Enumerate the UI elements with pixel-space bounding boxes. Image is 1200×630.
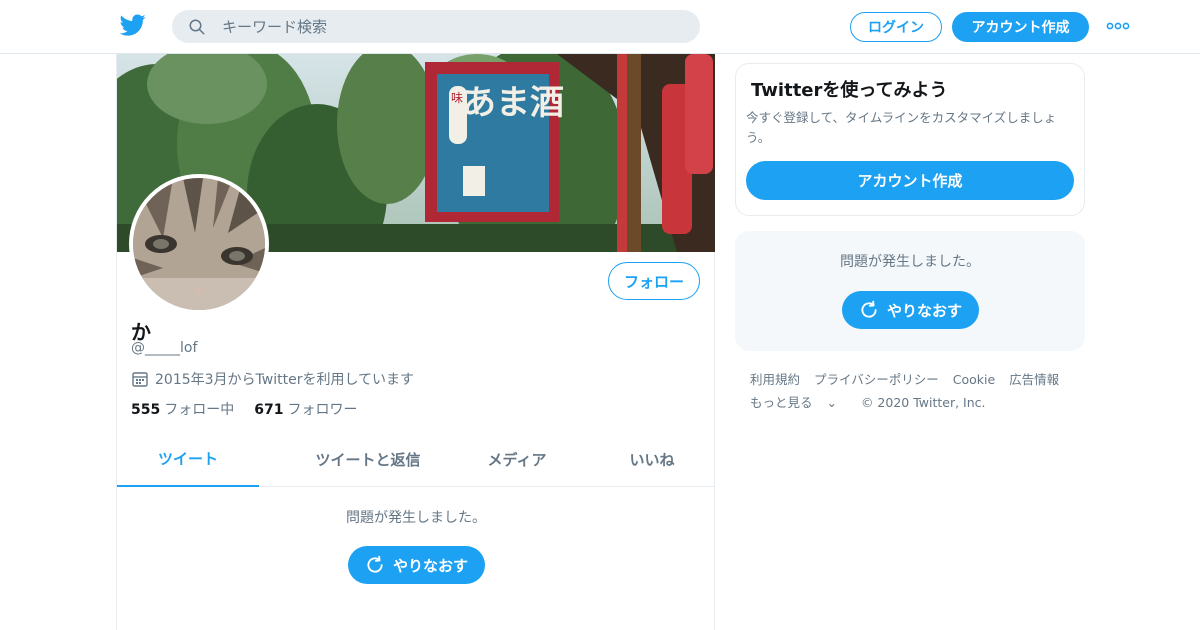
- top-navigation-bar: ログイン アカウント作成: [0, 0, 1200, 54]
- followers-link[interactable]: 671 フォロワー: [254, 399, 357, 419]
- footer-copyright: © 2020 Twitter, Inc.: [860, 395, 986, 410]
- tab-tweets[interactable]: ツイート: [117, 432, 259, 487]
- footer-more-link[interactable]: もっと見る ⌄: [750, 395, 847, 410]
- sidebar-error-message: 問題が発生しました。: [840, 254, 980, 270]
- tab-likes[interactable]: いいね: [607, 432, 697, 487]
- signup-card-button[interactable]: アカウント作成: [746, 161, 1074, 200]
- profile-column: あま酒 味 フォロー か @_____lof 2015年3月からTwitterを…: [116, 54, 715, 630]
- search-box[interactable]: [172, 10, 700, 43]
- search-input[interactable]: [222, 10, 682, 43]
- more-options-icon[interactable]: [1106, 18, 1130, 34]
- following-count: 555: [131, 402, 161, 418]
- footer-row-2: もっと見る ⌄ © 2020 Twitter, Inc.: [750, 391, 1070, 414]
- sidebar-error-card: 問題が発生しました。 やりなおす: [735, 231, 1085, 351]
- timeline-error-message: 問題が発生しました。: [346, 510, 486, 526]
- profile-handle[interactable]: @_____lof: [131, 340, 197, 356]
- refresh-icon: [861, 300, 877, 318]
- sidebar-retry-button[interactable]: やりなおす: [842, 291, 979, 329]
- banner-flag-text: あま酒: [462, 83, 564, 123]
- timeline-retry-label: やりなおす: [392, 556, 468, 575]
- footer-link-cookie[interactable]: Cookie: [953, 372, 995, 387]
- signup-button[interactable]: アカウント作成: [952, 12, 1089, 42]
- tab-tweets-replies[interactable]: ツイートと返信: [275, 432, 461, 487]
- login-button[interactable]: ログイン: [850, 12, 942, 42]
- search-icon: [189, 19, 205, 35]
- footer-more-label: もっと見る: [750, 395, 813, 410]
- footer-row-1: 利用規約 プライバシーポリシー Cookie 広告情報: [750, 368, 1070, 391]
- sidebar-retry-label: やりなおす: [886, 301, 962, 320]
- following-label: フォロー中: [164, 402, 235, 418]
- profile-tabs: ツイート ツイートと返信 メディア いいね: [117, 432, 715, 487]
- joined-text: 2015年3月からTwitterを利用しています: [155, 372, 415, 388]
- profile-avatar[interactable]: [129, 174, 269, 314]
- footer-links: 利用規約 プライバシーポリシー Cookie 広告情報 もっと見る ⌄ © 20…: [750, 368, 1070, 414]
- profile-stats: 555 フォロー中 671 フォロワー: [131, 399, 377, 419]
- following-link[interactable]: 555 フォロー中: [131, 399, 234, 419]
- timeline-retry-button[interactable]: やりなおす: [348, 546, 485, 584]
- signup-card: Twitterを使ってみよう 今すぐ登録して、タイムラインをカスタマイズしましょ…: [735, 63, 1085, 216]
- tab-media[interactable]: メディア: [467, 432, 567, 487]
- joined-date: 2015年3月からTwitterを利用しています: [131, 369, 414, 389]
- refresh-icon: [367, 555, 383, 573]
- cat-face-image: [133, 178, 265, 310]
- follow-button[interactable]: フォロー: [608, 262, 700, 300]
- signup-card-description: 今すぐ登録して、タイムラインをカスタマイズしましょう。: [746, 110, 1057, 145]
- twitter-logo-icon[interactable]: [120, 12, 146, 38]
- followers-count: 671: [254, 402, 284, 418]
- footer-link-terms[interactable]: 利用規約: [750, 372, 800, 387]
- calendar-icon: [132, 372, 148, 387]
- footer-link-privacy[interactable]: プライバシーポリシー: [814, 372, 939, 387]
- signup-card-title: Twitterを使ってみよう: [751, 80, 948, 101]
- banner-small-text: 味: [451, 91, 463, 105]
- followers-label: フォロワー: [287, 402, 358, 418]
- footer-link-ads[interactable]: 広告情報: [1009, 372, 1059, 387]
- chevron-down-icon: ⌄: [822, 395, 837, 410]
